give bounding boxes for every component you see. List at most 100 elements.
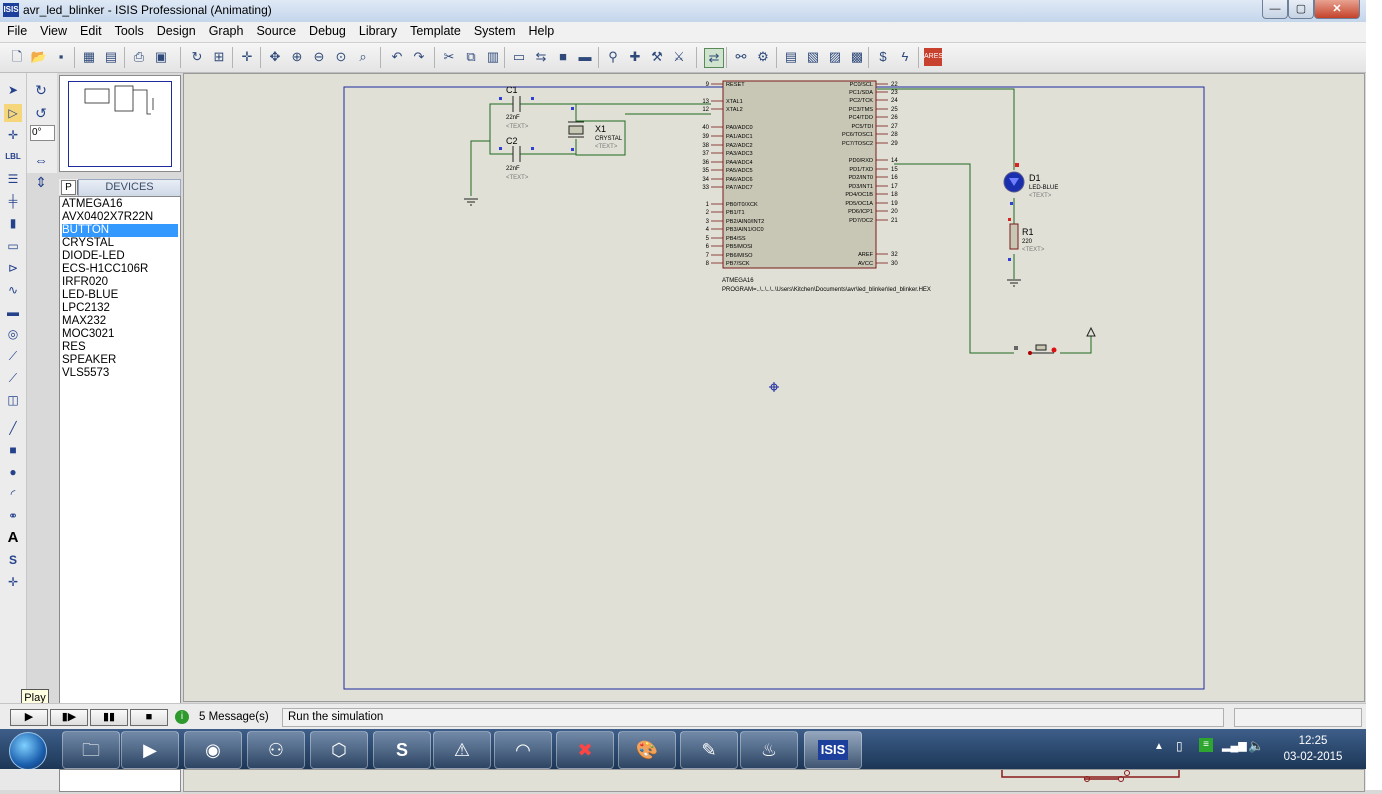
led-d1[interactable]: D1 LED-BLUE <TEXT> — [1003, 163, 1058, 205]
pan-icon[interactable]: ✥ — [266, 48, 284, 66]
device-item[interactable]: IRFR020 — [62, 276, 178, 289]
box-tool-icon[interactable]: ■ — [4, 441, 22, 459]
menu-debug[interactable]: Debug — [302, 22, 352, 38]
device-item[interactable]: MAX232 — [62, 315, 178, 328]
device-item[interactable]: ATMEGA16 — [62, 198, 178, 211]
import-icon[interactable]: ▦ — [80, 48, 98, 66]
redo-icon[interactable]: ↷ — [410, 48, 428, 66]
cut-icon[interactable]: ✂ — [440, 48, 458, 66]
overview-window[interactable] — [59, 75, 181, 172]
s-app-icon[interactable]: S — [373, 731, 431, 769]
minimize-button[interactable]: — — [1262, 0, 1288, 19]
undo-icon[interactable]: ↶ — [388, 48, 406, 66]
menu-design[interactable]: Design — [150, 22, 202, 38]
block-delete-icon[interactable]: ▬ — [576, 48, 594, 66]
wire-autorouter-icon[interactable]: ⇄ — [704, 48, 724, 68]
menu-library[interactable]: Library — [352, 22, 403, 38]
device-item[interactable]: SPEAKER — [62, 354, 178, 367]
schematic-drawing[interactable]: C1 22nF <TEXT> C2 22nF <TEXT> X1 CRYSTAL… — [184, 74, 1364, 701]
origin-icon[interactable]: ✛ — [238, 48, 256, 66]
exit-parent-icon[interactable]: ▨ — [826, 48, 844, 66]
notepad-icon[interactable]: ✎ — [680, 731, 738, 769]
messages-status-icon[interactable]: i — [175, 710, 189, 724]
arc-app-icon[interactable]: ◠ — [494, 731, 552, 769]
device-item[interactable]: CRYSTAL — [62, 237, 178, 250]
menu-system[interactable]: System — [467, 22, 522, 38]
zoom-out-icon[interactable]: ⊖ — [310, 48, 328, 66]
cube-icon[interactable]: ⬡ — [310, 731, 368, 769]
device-item[interactable]: MOC3021 — [62, 328, 178, 341]
text-tool-icon[interactable]: A — [4, 529, 22, 547]
new-sheet-icon[interactable]: ▤ — [782, 48, 800, 66]
device-item[interactable]: LED-BLUE — [62, 289, 178, 302]
path-tool-icon[interactable]: ⚭ — [4, 507, 22, 525]
stop-button[interactable]: ■ — [130, 709, 168, 726]
property-tool-icon[interactable]: ⚙ — [754, 48, 772, 66]
zoom-in-icon[interactable]: ⊕ — [288, 48, 306, 66]
device-item[interactable]: VLS5573 — [62, 367, 178, 380]
current-probe-icon[interactable]: ⟋ — [4, 369, 22, 387]
line-tool-icon[interactable]: ╱ — [4, 419, 22, 437]
green-tray-icon[interactable]: ≡ — [1199, 738, 1213, 752]
menu-help[interactable]: Help — [522, 22, 561, 38]
arc-tool-icon[interactable]: ◜ — [4, 485, 22, 503]
menu-graph[interactable]: Graph — [202, 22, 250, 38]
explorer-icon[interactable]: 🗀 — [62, 731, 120, 769]
block-rotate-icon[interactable]: ■ — [554, 48, 572, 66]
decompose-icon[interactable]: ⚔ — [670, 48, 688, 66]
copy-icon[interactable]: ⧉ — [462, 48, 480, 66]
export-icon[interactable]: ▤ — [102, 48, 120, 66]
pick-device-icon[interactable]: ⚲ — [604, 48, 622, 66]
marker-tool-icon[interactable]: ✛ — [4, 573, 22, 591]
media-player-icon[interactable]: ▶ — [121, 731, 179, 769]
show-hidden-icons[interactable]: ▲ — [1154, 741, 1164, 752]
save-icon[interactable]: ▪ — [52, 48, 70, 66]
device-pins-icon[interactable]: ⊳ — [4, 259, 22, 277]
zoom-all-icon[interactable]: ⊙ — [332, 48, 350, 66]
subcircuit-icon[interactable]: ▮ — [4, 214, 22, 232]
virtual-instruments-icon[interactable]: ◫ — [4, 391, 22, 409]
rotate-ccw-icon[interactable]: ↺ — [32, 104, 50, 122]
paste-icon[interactable]: ▥ — [484, 48, 502, 66]
menu-template[interactable]: Template — [403, 22, 467, 38]
menu-edit[interactable]: Edit — [73, 22, 108, 38]
close-button[interactable]: ✕ — [1314, 0, 1360, 19]
symbol-tool-icon[interactable]: S — [4, 551, 22, 569]
graph-icon[interactable]: ∿ — [4, 281, 22, 299]
mirror-y-icon[interactable]: ⇕ — [32, 173, 50, 191]
circle-tool-icon[interactable]: ● — [4, 463, 22, 481]
mcu-atmega16[interactable]: ATMEGA16 PROGRAM=..\..\..\..\Users\Kitch… — [702, 80, 931, 293]
paint-icon[interactable]: 🎨 — [618, 731, 676, 769]
package-tool-icon[interactable]: ⚒ — [648, 48, 666, 66]
step-button[interactable]: ▮▶ — [50, 709, 88, 726]
terminals-icon[interactable]: ▭ — [4, 237, 22, 255]
mirror-x-icon[interactable]: ⇔ — [32, 151, 50, 169]
voltage-probe-icon[interactable]: ⟋ — [4, 347, 22, 365]
play-button[interactable]: ▶ — [10, 709, 48, 726]
capacitor-c1[interactable]: C1 22nF <TEXT> — [499, 85, 534, 130]
ares-icon[interactable]: ARES — [924, 48, 943, 66]
capacitor-c2[interactable]: C2 22nF <TEXT> — [499, 136, 534, 181]
push-button[interactable] — [1014, 326, 1096, 355]
search-tag-icon[interactable]: ⚯ — [732, 48, 750, 66]
print-area-icon[interactable]: ▣ — [152, 48, 170, 66]
menu-tools[interactable]: Tools — [108, 22, 150, 38]
zoom-child-icon[interactable]: ▩ — [848, 48, 866, 66]
messages-count[interactable]: 5 Message(s) — [199, 711, 269, 723]
avr-studio-icon[interactable]: ⚠ — [433, 731, 491, 769]
grid-icon[interactable]: ⊞ — [210, 48, 228, 66]
make-device-icon[interactable]: ✚ — [626, 48, 644, 66]
text-script-icon[interactable]: ☰ — [4, 170, 22, 188]
tape-recorder-icon[interactable]: ▬ — [4, 303, 22, 321]
maximize-button[interactable]: ▢ — [1288, 0, 1314, 19]
isis-taskbar-icon[interactable]: ISIS — [804, 731, 862, 769]
pick-devices-button[interactable]: P — [61, 180, 76, 195]
system-clock[interactable]: 12:25 03-02-2015 — [1268, 733, 1358, 765]
menu-file[interactable]: File — [0, 22, 33, 38]
wire-label-icon[interactable]: LBL — [4, 148, 22, 166]
generator-icon[interactable]: ◎ — [4, 325, 22, 343]
junction-dot-icon[interactable]: ✛ — [4, 126, 22, 144]
xilinx-icon[interactable]: ✖ — [556, 731, 614, 769]
device-item[interactable]: BUTTON — [62, 224, 178, 237]
rotation-angle-input[interactable]: 0° — [30, 125, 55, 141]
